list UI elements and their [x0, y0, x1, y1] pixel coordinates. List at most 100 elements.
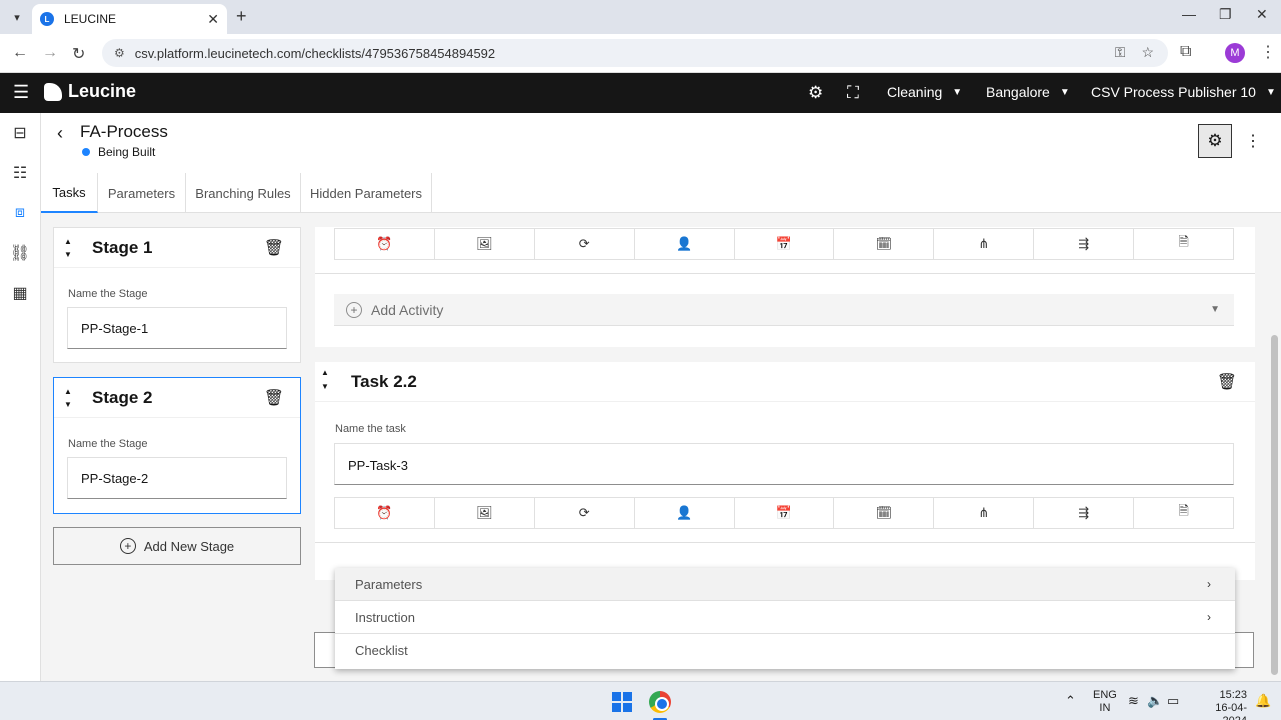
- url-field[interactable]: ⚙ csv.platform.leucinetech.com/checklist…: [102, 39, 1168, 67]
- language-indicator[interactable]: ENG IN: [1093, 689, 1117, 715]
- user-assign-icon[interactable]: 👤: [635, 498, 735, 528]
- restore-icon[interactable]: ❐: [1219, 6, 1232, 23]
- task-name-input[interactable]: PP-Task-3: [334, 443, 1234, 485]
- close-tab-icon[interactable]: ✕: [207, 11, 219, 28]
- branch-icon[interactable]: ⇶: [1034, 498, 1135, 528]
- caret-down-icon: ▼: [1210, 304, 1220, 315]
- move-up-icon[interactable]: ▲: [321, 366, 329, 380]
- add-new-stage-button[interactable]: + Add New Stage: [53, 527, 301, 565]
- profile-avatar[interactable]: M: [1225, 43, 1245, 63]
- status-dot-icon: [82, 148, 90, 156]
- tab-branching-rules[interactable]: Branching Rules: [186, 173, 301, 213]
- image-icon[interactable]: 🖼: [435, 498, 535, 528]
- branch-icon[interactable]: ⇶: [1034, 229, 1135, 259]
- delete-stage-icon[interactable]: 🗑: [264, 238, 284, 258]
- chevron-right-icon: ›: [1207, 610, 1211, 624]
- add-activity-dropdown[interactable]: + Add Activity ▼: [334, 294, 1234, 326]
- back-icon[interactable]: ←: [12, 44, 28, 62]
- role-select-value: CSV Process Publisher 10: [1091, 84, 1256, 100]
- user-assign-icon[interactable]: 👤: [635, 229, 735, 259]
- move-up-icon[interactable]: ▲: [64, 385, 72, 398]
- tab-title: LEUCINE: [64, 12, 117, 26]
- page-tabs: Tasks Parameters Branching Rules Hidden …: [41, 173, 1281, 213]
- facility-select-value: Cleaning: [887, 84, 943, 100]
- calendar-icon[interactable]: 📅: [735, 498, 835, 528]
- facility-select[interactable]: Cleaning ▼: [887, 84, 962, 100]
- stage-name-input[interactable]: PP-Stage-2: [67, 457, 287, 499]
- process-settings-button[interactable]: ⚙: [1198, 124, 1232, 158]
- reorder-arrows[interactable]: ▲ ▼: [321, 366, 329, 394]
- window-close-icon[interactable]: ✕: [1256, 6, 1268, 23]
- stage-name-input[interactable]: PP-Stage-1: [67, 307, 287, 349]
- alarm-icon[interactable]: ⏰: [335, 229, 435, 259]
- move-down-icon[interactable]: ▼: [321, 380, 329, 394]
- tab-parameters[interactable]: Parameters: [98, 173, 186, 213]
- save-doc-icon[interactable]: 🗎: [1134, 498, 1233, 528]
- scan-icon[interactable]: ⛶: [847, 83, 859, 103]
- menu-item-label: Checklist: [355, 643, 408, 658]
- reorder-arrows[interactable]: ▲ ▼: [56, 235, 80, 261]
- ontology-icon[interactable]: ⛓: [10, 243, 30, 263]
- sync-icon[interactable]: ⟳: [535, 498, 635, 528]
- inbox-icon[interactable]: ⊟: [10, 123, 30, 143]
- settings-gear-icon[interactable]: ⚙: [808, 83, 823, 103]
- task-header: ▲ ▼ Task 2.2 🗑: [315, 362, 1255, 402]
- volume-icon[interactable]: 🔈: [1147, 693, 1163, 709]
- wifi-icon[interactable]: ≋: [1128, 693, 1139, 709]
- move-down-icon[interactable]: ▼: [64, 248, 72, 261]
- schedule-icon[interactable]: 🗓: [834, 229, 935, 259]
- minimize-icon[interactable]: —: [1182, 6, 1196, 22]
- move-down-icon[interactable]: ▼: [64, 398, 72, 411]
- forward-icon[interactable]: →: [42, 44, 58, 62]
- clock[interactable]: 15:23 16-04-2024: [1195, 689, 1247, 720]
- image-icon[interactable]: 🖼: [435, 229, 535, 259]
- scrollbar-thumb[interactable]: [1271, 335, 1278, 675]
- menu-item-label: Instruction: [355, 609, 415, 625]
- menu-item-instruction[interactable]: Instruction ›: [335, 601, 1235, 634]
- stage-card[interactable]: ▲ ▼ Stage 1 🗑 Name the Stage PP-Stage-1: [53, 227, 301, 363]
- task-title: Task 2.2: [351, 372, 417, 391]
- checklist-icon[interactable]: ☷: [10, 163, 30, 183]
- back-chevron-icon[interactable]: ‹: [57, 123, 63, 144]
- notification-bell-icon[interactable]: 🔔: [1255, 693, 1271, 709]
- tab-tasks[interactable]: Tasks: [41, 173, 98, 213]
- location-select-value: Bangalore: [986, 84, 1050, 100]
- calendar-icon[interactable]: 📅: [735, 229, 835, 259]
- sync-icon[interactable]: ⟳: [535, 229, 635, 259]
- extensions-icon[interactable]: ⧉: [1180, 43, 1191, 61]
- hierarchy-icon[interactable]: ⋔: [934, 229, 1035, 259]
- menu-item-checklist[interactable]: Checklist: [335, 634, 1235, 667]
- chevron-right-icon: ›: [1207, 577, 1211, 591]
- menu-item-parameters[interactable]: Parameters ›: [335, 568, 1235, 601]
- more-options-icon[interactable]: ⋮: [1245, 131, 1261, 151]
- location-select[interactable]: Bangalore ▼: [986, 84, 1070, 100]
- windows-start-icon[interactable]: [612, 692, 632, 712]
- save-doc-icon[interactable]: 🗎: [1134, 229, 1233, 259]
- hierarchy-icon[interactable]: ⋔: [934, 498, 1035, 528]
- new-tab-icon[interactable]: +: [236, 6, 247, 27]
- stage-title: Stage 1: [92, 237, 153, 257]
- schedule-icon[interactable]: 🗓: [834, 498, 935, 528]
- leucine-logo: Leucine: [44, 81, 136, 102]
- move-up-icon[interactable]: ▲: [64, 235, 72, 248]
- browser-tab[interactable]: L LEUCINE ✕: [32, 4, 227, 34]
- browser-menu-icon[interactable]: ⋮: [1260, 42, 1276, 62]
- calculator-icon[interactable]: ▦: [10, 283, 30, 303]
- reload-icon[interactable]: ↻: [72, 44, 85, 64]
- stage-card[interactable]: ▲ ▼ Stage 2 🗑 Name the Stage PP-Stage-2: [53, 377, 301, 514]
- site-info-icon[interactable]: ⚙: [114, 46, 125, 60]
- alarm-icon[interactable]: ⏰: [335, 498, 435, 528]
- process-flow-icon[interactable]: ⧈: [10, 203, 30, 223]
- tab-hidden-parameters[interactable]: Hidden Parameters: [301, 173, 432, 213]
- battery-icon[interactable]: ▭: [1167, 693, 1179, 709]
- delete-stage-icon[interactable]: 🗑: [264, 388, 284, 408]
- role-select[interactable]: CSV Process Publisher 10 ▼: [1091, 84, 1276, 100]
- tab-search-icon[interactable]: ▾: [6, 6, 28, 28]
- reorder-arrows[interactable]: ▲ ▼: [56, 385, 80, 411]
- password-key-icon[interactable]: ⚿: [1115, 44, 1126, 61]
- hamburger-menu-icon[interactable]: ☰: [13, 82, 29, 103]
- bookmark-star-icon[interactable]: ☆: [1141, 44, 1154, 61]
- tray-overflow-icon[interactable]: ⌃: [1065, 693, 1076, 709]
- delete-task-icon[interactable]: 🗑: [1217, 372, 1237, 392]
- chrome-icon[interactable]: [649, 691, 671, 713]
